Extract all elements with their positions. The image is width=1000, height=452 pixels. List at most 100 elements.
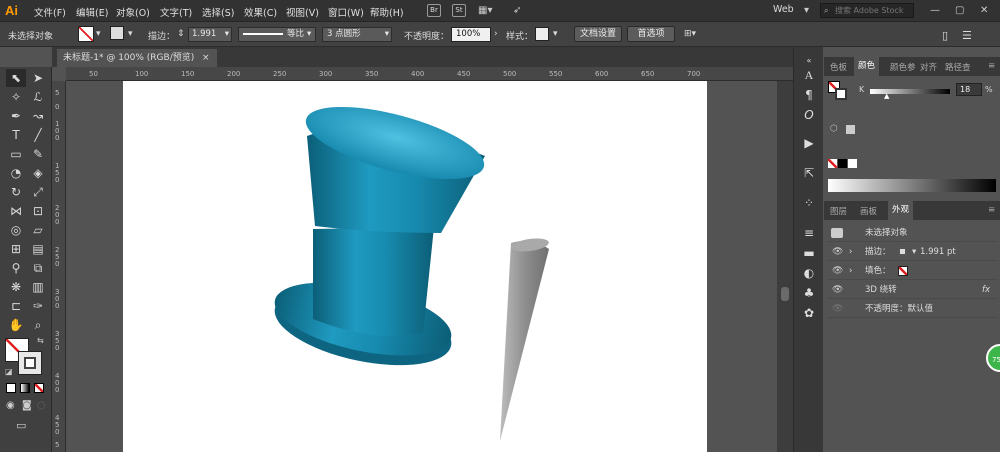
width-tool-icon[interactable]: ⋈: [6, 202, 26, 220]
none-mode-icon[interactable]: [34, 383, 44, 393]
color-mode-icon[interactable]: [6, 383, 16, 393]
eye-icon[interactable]: 👁: [832, 281, 843, 299]
menu-object[interactable]: 对象(O): [116, 5, 150, 19]
draw-behind-icon[interactable]: ◙: [22, 400, 32, 411]
bridge-icon[interactable]: Br: [427, 4, 441, 17]
menu-type[interactable]: 文字(T): [160, 5, 192, 19]
shaper-tool-icon[interactable]: ◔: [6, 164, 26, 182]
direct-selection-tool-icon[interactable]: ➤: [28, 69, 48, 87]
appearance-row-3d-revolve[interactable]: 👁 3D 绕转 fx: [828, 281, 998, 299]
eraser-tool-icon[interactable]: ◈: [28, 164, 48, 182]
mesh-tool-icon[interactable]: ⊞: [6, 240, 26, 258]
stroke-color-box[interactable]: [18, 351, 42, 375]
minimize-icon[interactable]: —: [930, 5, 940, 16]
vertical-scrollbar[interactable]: [777, 81, 793, 452]
tab-artboards[interactable]: 画板: [860, 205, 877, 217]
draw-inside-icon[interactable]: ◌: [37, 400, 46, 411]
align-icon[interactable]: ⊞▾: [684, 29, 696, 39]
line-tool-icon[interactable]: ╱: [28, 126, 48, 144]
scale-tool-icon[interactable]: ⤢: [28, 183, 48, 201]
menu-file[interactable]: 文件(F): [34, 5, 66, 19]
opentype-icon[interactable]: O: [801, 107, 817, 123]
zoom-tool-icon[interactable]: ⌕: [28, 316, 48, 334]
eye-icon[interactable]: 👁: [832, 300, 843, 318]
control-menu-icon[interactable]: ☰: [962, 29, 972, 42]
fill-swatch[interactable]: [78, 26, 94, 42]
maximize-icon[interactable]: ▢: [955, 5, 964, 16]
eye-icon[interactable]: 👁: [832, 243, 843, 261]
stroke-color-chip[interactable]: [898, 247, 907, 256]
out-of-gamut-icon[interactable]: ⬡: [830, 124, 838, 134]
panel-menu-icon[interactable]: ≡: [988, 61, 995, 71]
tab-pathfinder[interactable]: 路径查: [945, 61, 971, 73]
symbol-sprayer-tool-icon[interactable]: ❋: [6, 278, 26, 296]
rotate-tool-icon[interactable]: ↻: [6, 183, 26, 201]
rectangle-tool-icon[interactable]: ▭: [6, 145, 26, 163]
chevron-down-icon[interactable]: ▾: [553, 29, 558, 39]
graphic-style-swatch[interactable]: [535, 27, 549, 41]
k-channel-slider[interactable]: [870, 89, 950, 94]
fill-color-chip[interactable]: [898, 266, 908, 276]
graphic-styles-icon[interactable]: ✿: [801, 305, 817, 321]
menu-effect[interactable]: 效果(C): [244, 5, 277, 19]
tab-color-guide[interactable]: 颜色参: [890, 61, 916, 73]
chevron-right-icon[interactable]: ›: [849, 243, 852, 261]
menu-select[interactable]: 选择(S): [202, 5, 234, 19]
blend-tool-icon[interactable]: ⧉: [28, 259, 48, 277]
free-transform-tool-icon[interactable]: ⊡: [28, 202, 48, 220]
workspace-switcher[interactable]: Web: [773, 4, 794, 15]
document-setup-button[interactable]: 文档设置: [574, 26, 622, 42]
transparency-icon[interactable]: ◐: [801, 265, 817, 281]
menu-window[interactable]: 窗口(W): [328, 5, 364, 19]
slider-handle-icon[interactable]: ▲: [884, 92, 889, 100]
document-tab[interactable]: 未标题-1* @ 100% (RGB/预览) ×: [57, 49, 217, 67]
selection-tool-icon[interactable]: ⬉: [6, 69, 26, 87]
pushpin-3d-object[interactable]: [268, 92, 491, 379]
panel-menu-icon[interactable]: ≡: [988, 205, 995, 215]
chevron-down-icon[interactable]: ▾: [128, 29, 133, 39]
column-graph-tool-icon[interactable]: ▥: [28, 278, 48, 296]
tab-color[interactable]: 颜色: [854, 57, 880, 76]
brush-definition[interactable]: 3 点圆形 ▾: [322, 27, 392, 42]
close-tab-icon[interactable]: ×: [202, 49, 210, 67]
stock-search-input[interactable]: ⌕ 搜索 Adobe Stock: [820, 3, 914, 18]
canvas-area[interactable]: [66, 81, 777, 452]
pen-tool-icon[interactable]: ✒: [6, 107, 26, 125]
stroke-weight-input[interactable]: 1.991 ▾: [188, 27, 232, 42]
gradient-mode-icon[interactable]: [20, 383, 30, 393]
gradient-tool-icon[interactable]: ▤: [28, 240, 48, 258]
chevron-right-icon[interactable]: ›: [849, 262, 852, 280]
character-icon[interactable]: A: [801, 67, 817, 83]
web-safe-swatch[interactable]: [846, 125, 855, 134]
swap-fill-stroke-icon[interactable]: ⇆: [37, 336, 44, 345]
color-spectrum-bar[interactable]: [828, 179, 996, 192]
artboard-tool-icon[interactable]: ⊏: [6, 297, 26, 315]
shape-builder-tool-icon[interactable]: ◎: [6, 221, 26, 239]
needle-cone-object[interactable]: [500, 236, 550, 441]
opacity-input[interactable]: 100%: [451, 27, 491, 42]
none-swatch[interactable]: [828, 159, 837, 168]
gradient-panel-icon[interactable]: ▬: [801, 245, 817, 261]
actions-icon[interactable]: ▶: [801, 135, 817, 151]
eyedropper-tool-icon[interactable]: ⚲: [6, 259, 26, 277]
transform-icon[interactable]: ⁘: [801, 195, 817, 211]
panel-layout-icon[interactable]: ▯: [942, 29, 948, 42]
tab-layers[interactable]: 图层: [830, 205, 847, 217]
tab-appearance[interactable]: 外观: [888, 201, 914, 220]
color-stroke-indicator[interactable]: [835, 88, 847, 100]
eye-icon[interactable]: 👁: [832, 262, 843, 280]
tab-align[interactable]: 对齐: [920, 61, 937, 73]
chevron-right-icon[interactable]: ›: [494, 29, 498, 39]
default-colors-icon[interactable]: ◪: [5, 367, 13, 376]
export-icon[interactable]: ⇱: [801, 165, 817, 181]
stroke-swatch[interactable]: [110, 26, 124, 40]
stock-icon[interactable]: St: [452, 4, 466, 17]
menu-view[interactable]: 视图(V): [286, 5, 319, 19]
chevron-down-icon[interactable]: ▾: [804, 5, 809, 16]
close-icon[interactable]: ✕: [980, 5, 988, 16]
draw-mode-icon[interactable]: ◉: [6, 400, 15, 411]
lasso-tool-icon[interactable]: ℒ: [28, 88, 48, 106]
artboard[interactable]: [123, 81, 707, 452]
stroke-panel-icon[interactable]: ≡: [801, 225, 817, 241]
variable-width-profile[interactable]: 等比 ▾: [238, 27, 316, 42]
